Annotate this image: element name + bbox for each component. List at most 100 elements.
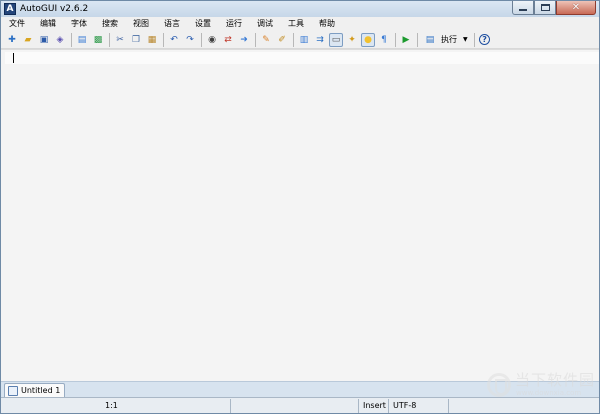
extensions-icon: ✦ (348, 34, 356, 45)
watermark-url: www.downxia.com (516, 389, 582, 397)
close-button[interactable]: ✕ (556, 1, 596, 15)
minimize-icon (519, 9, 527, 11)
toggle-panel-button[interactable]: ▥ (297, 33, 311, 47)
cut-icon: ✂ (116, 34, 124, 45)
menu-run[interactable]: 运行 (224, 18, 244, 30)
highlight-icon: ✎ (262, 34, 270, 45)
copy-button[interactable]: ❐ (129, 33, 143, 47)
menu-view[interactable]: 视图 (131, 18, 151, 30)
toolbar-separator (395, 32, 396, 47)
menu-tools[interactable]: 工具 (286, 18, 306, 30)
marker-button[interactable]: ✐ (275, 33, 289, 47)
toolbar-separator (109, 32, 110, 47)
menu-language[interactable]: 语言 (162, 18, 182, 30)
marker-icon: ✐ (278, 34, 286, 45)
word-wrap-button[interactable]: ⇉ (313, 33, 327, 47)
chevron-down-icon[interactable]: ▼ (463, 36, 468, 43)
watermark-title: 当下软件园 (515, 371, 596, 389)
save-all-button[interactable]: ◈ (53, 33, 67, 47)
tab-untitled-1[interactable]: Untitled 1 (4, 383, 66, 397)
help-icon: ? (479, 34, 491, 45)
replace-button[interactable]: ⇄ (221, 33, 235, 47)
toolbar-separator (71, 32, 72, 47)
save-button[interactable]: ▣ (37, 33, 51, 47)
whitespace-button[interactable]: ▭ (329, 32, 343, 47)
code-editor[interactable] (1, 49, 599, 381)
paste-button[interactable]: ▦ (145, 33, 159, 47)
extensions-button[interactable]: ✦ (345, 33, 359, 47)
form-designer-button[interactable]: ▤ (75, 33, 89, 47)
title-bar[interactable]: A AutoGUI v2.6.2 ✕ (1, 1, 599, 17)
encoding: UTF-8 (389, 398, 449, 413)
open-folder-icon: ▰ (24, 34, 32, 45)
tab-label: Untitled 1 (21, 385, 61, 395)
toggle-panel-icon: ▥ (299, 34, 309, 45)
maximize-icon (540, 4, 550, 11)
menu-file[interactable]: 文件 (7, 18, 27, 30)
cursor-position: 1:1 (1, 398, 231, 413)
form-designer-icon: ▤ (77, 34, 87, 45)
insert-mode: Insert (359, 398, 389, 413)
find-button[interactable]: ◉ (205, 33, 219, 47)
toolbar-separator (255, 32, 256, 47)
undo-button[interactable]: ↶ (167, 33, 181, 47)
toolbar-separator (201, 32, 202, 47)
menu-search[interactable]: 搜索 (100, 18, 120, 30)
import-icon: ▩ (93, 34, 103, 45)
paragraph-icon: ¶ (381, 34, 387, 45)
close-icon: ✕ (571, 1, 581, 13)
execute-button[interactable]: ▤ 执行 ▼ (421, 33, 470, 47)
maximize-button[interactable] (534, 1, 556, 15)
highlight-button[interactable]: ✎ (259, 33, 273, 47)
toolbar-separator (163, 32, 164, 47)
toolbar-separator (473, 32, 475, 47)
watermark: 当下软件园 www.downxia.com (485, 371, 597, 401)
menu-bar: 文件 编辑 字体 搜索 视图 语言 设置 运行 调试 工具 帮助 (1, 17, 599, 31)
goto-button[interactable]: ➜ (237, 33, 251, 47)
undo-icon: ↶ (170, 34, 178, 45)
toolbar-separator (417, 32, 418, 47)
app-window: A AutoGUI v2.6.2 ✕ 文件 编辑 字体 搜索 视图 语言 设置 … (0, 0, 600, 414)
menu-help[interactable]: 帮助 (317, 18, 337, 30)
menu-debug[interactable]: 调试 (255, 18, 275, 30)
window-title: AutoGUI v2.6.2 (20, 4, 89, 14)
tip-icon: ● (364, 34, 372, 45)
run-icon: ▶ (402, 34, 410, 45)
open-folder-button[interactable]: ▰ (21, 33, 35, 47)
find-icon: ◉ (208, 34, 216, 45)
watermark-logo-icon (487, 373, 511, 397)
paragraph-button[interactable]: ¶ (377, 33, 391, 47)
import-button[interactable]: ▩ (91, 33, 105, 47)
whitespace-icon: ▭ (331, 34, 341, 45)
toolbar-separator (293, 32, 294, 47)
paste-icon: ▦ (147, 34, 157, 45)
run-button[interactable]: ▶ (399, 33, 413, 47)
redo-icon: ↷ (186, 34, 194, 45)
goto-icon: ➜ (240, 34, 248, 45)
window-controls: ✕ (512, 1, 596, 15)
save-icon: ▣ (39, 34, 49, 45)
replace-icon: ⇄ (224, 34, 232, 45)
redo-button[interactable]: ↷ (183, 33, 197, 47)
new-file-icon: ✚ (8, 34, 16, 45)
help-button[interactable]: ? (478, 33, 492, 47)
save-all-icon: ◈ (56, 34, 64, 45)
minimize-button[interactable] (512, 1, 534, 15)
menu-edit[interactable]: 编辑 (38, 18, 58, 30)
app-icon[interactable]: A (4, 3, 16, 15)
toolbar-button-groups: ✚ ▰ ▣ ◈ ▤ ▩ ✂ ❐ ▦ ↶ ↷ ◉ ⇄ ➜ ✎ ✐ ▥ ⇉ ▭ ✦ ● ¶ ▶ (5, 32, 421, 47)
copy-icon: ❐ (131, 34, 141, 45)
cut-button[interactable]: ✂ (113, 33, 127, 47)
tip-button[interactable]: ● (361, 32, 375, 47)
menu-font[interactable]: 字体 (69, 18, 89, 30)
toolbar: ✚ ▰ ▣ ◈ ▤ ▩ ✂ ❐ ▦ ↶ ↷ ◉ ⇄ ➜ ✎ ✐ ▥ ⇉ ▭ ✦ ● ¶ ▶ ▤ 执行 ▼ ? (1, 31, 599, 49)
status-cell-empty (231, 398, 359, 413)
execute-icon: ▤ (425, 34, 435, 45)
current-line-highlight (5, 52, 599, 64)
menu-settings[interactable]: 设置 (193, 18, 213, 30)
document-icon (8, 385, 18, 396)
new-file-button[interactable]: ✚ (5, 33, 19, 47)
word-wrap-icon: ⇉ (316, 34, 324, 45)
text-caret (13, 53, 14, 63)
execute-label: 执行 (441, 34, 457, 44)
